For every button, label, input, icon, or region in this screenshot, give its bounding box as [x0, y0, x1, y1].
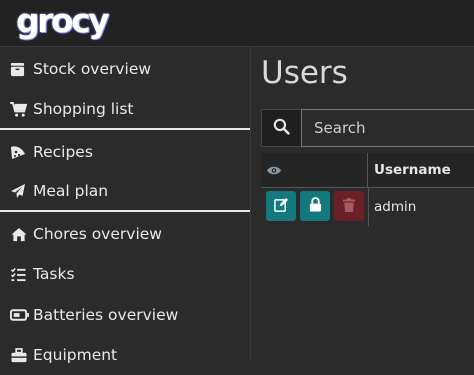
- sidebar-item-stock-overview[interactable]: Stock overview: [0, 49, 250, 89]
- paper-plane-icon: [10, 183, 32, 199]
- sidebar-item-label: Stock overview: [33, 60, 152, 78]
- tasks-icon: [10, 267, 32, 282]
- sidebar-item-equipment[interactable]: Equipment: [0, 335, 250, 375]
- search-icon: [273, 118, 290, 139]
- column-visibility-toggle[interactable]: [261, 153, 368, 187]
- app-logo[interactable]: grocy: [16, 1, 110, 40]
- sidebar-item-shopping-list[interactable]: Shopping list: [0, 89, 250, 129]
- search-button[interactable]: [261, 109, 301, 147]
- eye-icon: [266, 161, 282, 180]
- sidebar-item-meal-plan[interactable]: Meal plan: [0, 171, 250, 211]
- sidebar-item-label: Chores overview: [33, 225, 162, 243]
- row-actions: [266, 191, 364, 221]
- edit-user-button[interactable]: [266, 191, 296, 221]
- page-title: Users: [261, 55, 348, 91]
- battery-icon: [10, 309, 32, 321]
- divider: [0, 210, 250, 212]
- trash-icon: [343, 197, 355, 216]
- sidebar-item-recipes[interactable]: Recipes: [0, 132, 250, 172]
- user-permissions-button[interactable]: [300, 191, 330, 221]
- delete-user-button[interactable]: [334, 191, 364, 221]
- box-icon: [10, 62, 32, 77]
- sidebar: Stock overview Shopping list Recipes Mea…: [0, 47, 251, 364]
- search-input[interactable]: [301, 109, 474, 147]
- sidebar-item-tasks[interactable]: Tasks: [0, 254, 250, 294]
- divider: [0, 128, 250, 130]
- table-header: Username: [261, 153, 474, 188]
- cart-icon: [10, 101, 32, 117]
- column-divider: [368, 188, 369, 226]
- sidebar-item-chores-overview[interactable]: Chores overview: [0, 214, 250, 254]
- pizza-icon: [10, 144, 32, 160]
- sidebar-item-label: Equipment: [33, 346, 118, 364]
- main-content: Users Username: [251, 47, 474, 360]
- sidebar-item-label: Recipes: [33, 143, 93, 161]
- sidebar-item-batteries-overview[interactable]: Batteries overview: [0, 295, 250, 335]
- home-icon: [10, 227, 32, 242]
- sidebar-item-label: Tasks: [33, 265, 75, 283]
- lock-icon: [309, 196, 322, 216]
- table-row: admin: [261, 188, 474, 226]
- top-navbar: grocy: [0, 0, 474, 47]
- sidebar-item-label: Batteries overview: [33, 306, 179, 324]
- sidebar-item-label: Meal plan: [33, 182, 109, 200]
- username-cell: admin: [374, 199, 417, 215]
- column-header-username[interactable]: Username: [369, 153, 451, 187]
- edit-icon: [273, 197, 289, 216]
- sidebar-item-label: Shopping list: [33, 100, 134, 118]
- toolbox-icon: [10, 347, 32, 363]
